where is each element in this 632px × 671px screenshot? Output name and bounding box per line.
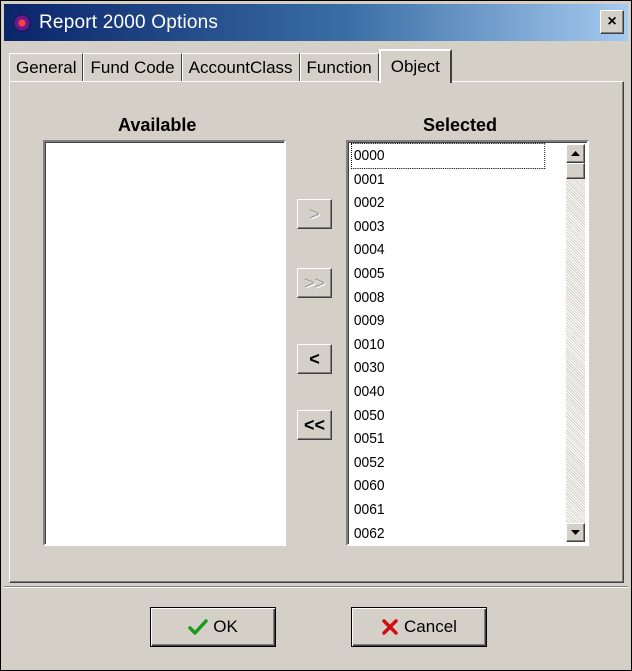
list-item[interactable]: 0050 xyxy=(352,404,544,428)
selected-listbox[interactable]: 0000 0001 0002 0003 0004 0005 0008 0009 0010 0030… xyxy=(346,140,589,546)
tab-strip: General Fund Code AccountClass Function … xyxy=(9,45,452,83)
list-item[interactable]: 0003 xyxy=(352,215,544,239)
tab-object[interactable]: Object xyxy=(378,49,452,83)
ok-button[interactable]: OK xyxy=(150,607,276,647)
list-item[interactable]: 0010 xyxy=(352,333,544,357)
tab-general[interactable]: General xyxy=(9,53,84,81)
list-item[interactable]: 0000 xyxy=(351,143,546,169)
list-item[interactable]: 0052 xyxy=(352,451,544,475)
tab-accountclass[interactable]: AccountClass xyxy=(181,53,300,81)
list-item[interactable]: 0051 xyxy=(352,427,544,451)
scroll-up-button[interactable] xyxy=(566,144,585,163)
list-item[interactable]: 0001 xyxy=(352,168,544,192)
scroll-thumb[interactable] xyxy=(566,163,585,179)
selected-items: 0000 0001 0002 0003 0004 0005 0008 0009 0010 0030… xyxy=(351,143,561,546)
list-item[interactable]: 0004 xyxy=(352,238,544,262)
remove-one-button[interactable]: < xyxy=(297,344,332,374)
list-item[interactable]: 0030 xyxy=(352,356,544,380)
close-button[interactable]: × xyxy=(600,10,624,34)
scroll-down-button[interactable] xyxy=(566,523,585,542)
add-all-button[interactable]: >> xyxy=(297,268,332,298)
arrow-up-icon xyxy=(571,150,580,156)
tab-function[interactable]: Function xyxy=(299,53,379,81)
list-item[interactable]: 0005 xyxy=(352,262,544,286)
cancel-button[interactable]: Cancel xyxy=(351,607,487,647)
footer-divider xyxy=(4,586,628,588)
selected-scrollbar[interactable] xyxy=(566,144,585,542)
arrow-down-icon xyxy=(571,529,580,535)
available-heading: Available xyxy=(118,115,197,135)
dialog-window: Report 2000 Options × General Fund Code … xyxy=(0,0,632,671)
list-item[interactable]: 0062 xyxy=(352,522,544,546)
add-one-button[interactable]: > xyxy=(297,199,332,229)
tab-fund-code[interactable]: Fund Code xyxy=(83,53,182,81)
list-item[interactable]: 0009 xyxy=(352,309,544,333)
object-tab-panel: Available > >> < << Selected 0000 0001 000… xyxy=(9,81,624,583)
window-title: Report 2000 Options xyxy=(39,11,219,33)
list-item[interactable]: 0040 xyxy=(352,380,544,404)
checkmark-icon xyxy=(188,618,208,636)
cancel-label: Cancel xyxy=(404,617,457,636)
x-icon xyxy=(381,618,399,636)
app-icon xyxy=(13,13,31,32)
available-listbox[interactable] xyxy=(43,140,286,546)
list-item[interactable]: 0061 xyxy=(352,498,544,522)
list-item[interactable]: 0008 xyxy=(352,286,544,310)
list-item[interactable]: 0060 xyxy=(352,474,544,498)
selected-heading: Selected xyxy=(423,115,498,135)
title-bar[interactable]: Report 2000 Options × xyxy=(4,4,628,41)
list-item[interactable]: 0002 xyxy=(352,191,544,215)
ok-label: OK xyxy=(213,617,238,636)
remove-all-button[interactable]: << xyxy=(297,410,332,440)
